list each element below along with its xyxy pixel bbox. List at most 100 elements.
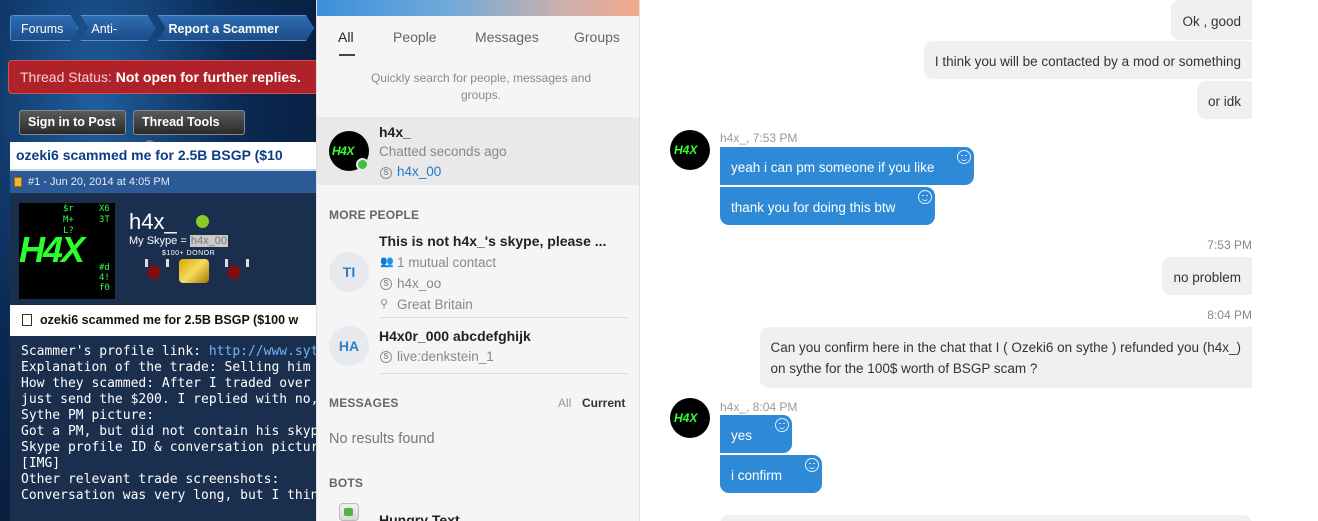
message-bubble-received[interactable]: yeah i can pm someone if you like [720, 147, 975, 185]
matrix-glyph: f0 [99, 283, 110, 293]
messages-label: MESSAGES [329, 396, 399, 410]
search-header-gradient [317, 0, 639, 16]
avatar-logo: H4X [19, 229, 85, 270]
result-name: h4x_ [379, 124, 411, 140]
post-icon [14, 177, 22, 187]
result-location: Great Britain [397, 297, 473, 312]
online-status-dot [356, 158, 369, 171]
message-bubble-sent[interactable]: I think you will be contacted by a mod o… [923, 41, 1252, 79]
messages-filter-current[interactable]: Current [582, 396, 625, 410]
avatar-logo: H4X [332, 144, 354, 158]
result-skype-id: h4x_oo [397, 276, 442, 291]
message-text: i confirm [731, 468, 783, 483]
matrix-glyph: M+ [63, 215, 74, 225]
add-reaction-icon[interactable] [805, 458, 820, 472]
body-line: How they scammed: After I traded over th… [21, 376, 316, 391]
tab-groups[interactable]: Groups [574, 29, 620, 45]
search-tabs: All People Messages Groups [317, 16, 639, 58]
avatar[interactable]: H4X [670, 130, 710, 170]
add-reaction-icon[interactable] [957, 150, 972, 164]
search-hint: Quickly search for people, messages and … [370, 71, 592, 102]
body-line: Other relevant trade screenshots: [21, 472, 280, 487]
avatar[interactable]: H4X [670, 398, 710, 438]
broken-image[interactable]: [IMG] [21, 456, 316, 472]
online-status-dot [196, 215, 209, 228]
active-tab-indicator [339, 54, 355, 56]
forum-panel: Forums Anti-Scam Report a Scammer Arc Th… [0, 0, 316, 521]
thread-tools-label: Thread Tools [142, 115, 220, 129]
body-line: Got a PM, but did not contain his skype … [21, 424, 316, 439]
skype-value: h4x_00 [189, 235, 228, 247]
contacts-icon: 👥 [380, 256, 394, 268]
add-reaction-icon[interactable] [775, 418, 790, 432]
breadcrumb-report-scammer[interactable]: Report a Scammer Arc [158, 15, 314, 41]
bot-icon [339, 503, 359, 521]
tab-all[interactable]: All [338, 29, 354, 45]
message-bubble-sent[interactable]: Ok , good [1171, 0, 1252, 40]
bots-label: BOTS [329, 476, 364, 490]
post-title-text: ozeki6 scammed me for 2.5B BSGP ($100 w [40, 313, 299, 327]
body-line: Scammer's profile link: http://www.sythe… [21, 344, 316, 360]
avatar: TI [329, 252, 369, 292]
sign-in-to-post-button[interactable]: Sign in to Post [19, 110, 126, 135]
message-meta: h4x_, 7:53 PM [720, 131, 798, 145]
search-result-top[interactable]: H4X h4x_ Chatted seconds ago S h4x_00 [317, 117, 639, 185]
skype-icon: S [380, 278, 392, 290]
message-text: yeah i can pm someone if you like [731, 160, 935, 175]
breadcrumb-anti-scam[interactable]: Anti-Scam [80, 15, 155, 41]
search-panel: All People Messages Groups Quickly searc… [316, 0, 640, 521]
username[interactable]: h4x_ [129, 209, 177, 235]
message-text: yes [731, 428, 753, 443]
post-author-card: $r M+ L? X6 3T #d 4! f0 H4X h4x_ My Skyp… [10, 193, 316, 305]
skype-icon: S [380, 351, 392, 363]
message-text: Can you confirm here in the chat that I … [770, 340, 1242, 355]
bot-name[interactable]: Hungry Text [379, 512, 460, 521]
donor-label: $100+ DONOR [162, 250, 216, 257]
scammer-profile-link[interactable]: http://www.sythe.c [209, 344, 316, 359]
divider [379, 317, 629, 318]
message-bubble-sent[interactable]: no problem [1162, 257, 1252, 295]
message-bubble-sent[interactable] [720, 515, 1252, 521]
body-line: Skype profile ID & conversation pictures… [21, 440, 316, 455]
breadcrumb-forums[interactable]: Forums [10, 15, 78, 41]
result-skype-id: live:denkstein_1 [397, 349, 494, 364]
tab-people[interactable]: People [393, 29, 437, 45]
post-title: ozeki6 scammed me for 2.5B BSGP ($100 w [10, 305, 316, 336]
message-bubble-received[interactable]: yes [720, 415, 793, 453]
message-bubble-received[interactable]: i confirm [720, 455, 823, 493]
body-line: Sythe PM picture: [21, 408, 155, 423]
more-people-label: MORE PEOPLE [329, 208, 420, 222]
result-mutual: 1 mutual contact [397, 255, 497, 270]
thread-status-value: Not open for further replies. [115, 69, 301, 85]
demon-badge-icon [143, 259, 169, 283]
thread-tools-button[interactable]: Thread Tools [133, 110, 245, 152]
thread-status-label: Thread Status: [20, 69, 112, 85]
chat-panel: Ok , good I think you will be contacted … [640, 0, 1318, 521]
result-skype-id: h4x_00 [397, 164, 442, 179]
avatar-logo: H4X [674, 143, 698, 157]
matrix-glyph: 4! [99, 273, 110, 283]
message-bubble-sent[interactable]: or idk [1196, 81, 1252, 119]
result-name: This is not h4x_'s skype, please ... [379, 233, 607, 249]
document-icon [22, 314, 32, 326]
message-bubble-sent[interactable]: Can you confirm here in the chat that I … [759, 327, 1252, 388]
avatar[interactable]: $r M+ L? X6 3T #d 4! f0 H4X [19, 203, 115, 299]
message-meta: h4x_, 8:04 PM [720, 400, 798, 414]
skype-label: My Skype = [129, 235, 187, 247]
messages-filter-all[interactable]: All [558, 396, 571, 410]
thread-status-banner: Thread Status: Not open for further repl… [8, 60, 316, 94]
message-timestamp: 8:04 PM [1207, 308, 1252, 322]
matrix-glyph: X6 [99, 204, 110, 214]
breadcrumb: Forums Anti-Scam Report a Scammer Arc [10, 15, 316, 41]
skype-icon: S [380, 167, 392, 179]
body-line: just send the $200. I replied with no, a… [21, 392, 316, 407]
post-meta-bar: #1 - Jun 20, 2014 at 4:05 PM [10, 171, 316, 193]
tab-messages[interactable]: Messages [475, 29, 539, 45]
message-timestamp: 7:53 PM [1207, 238, 1252, 252]
post-meta-text: #1 - Jun 20, 2014 at 4:05 PM [28, 176, 170, 188]
message-bubble-received[interactable]: thank you for doing this btw [720, 187, 936, 225]
body-text: Scammer's profile link: [21, 344, 209, 359]
thread-title[interactable]: ozeki6 scammed me for 2.5B BSGP ($10 [10, 142, 316, 171]
matrix-glyph: 3T [99, 215, 110, 225]
add-reaction-icon[interactable] [918, 190, 933, 204]
